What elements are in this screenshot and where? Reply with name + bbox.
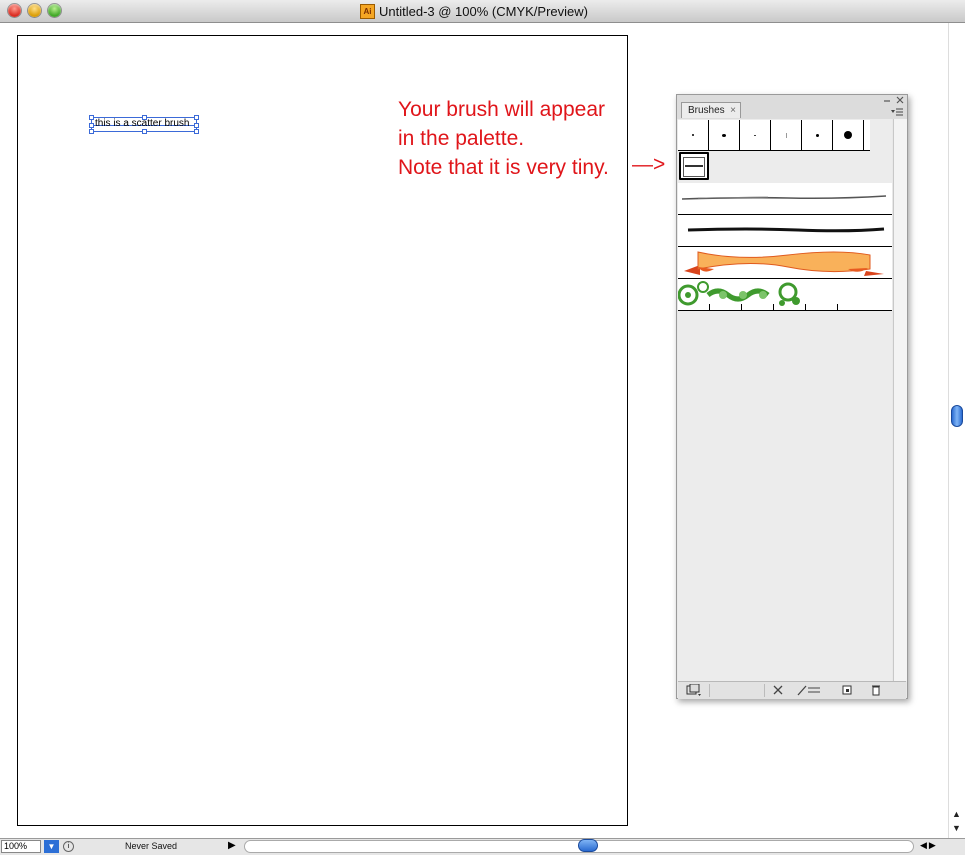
panel-menu-icon[interactable] (891, 108, 903, 119)
pattern-tile-divider (741, 304, 742, 310)
zoom-dropdown-button[interactable]: ▼ (44, 840, 59, 853)
tab-brushes[interactable]: Brushes × (681, 102, 741, 118)
close-window-button[interactable] (8, 4, 21, 17)
green-ornament-pattern-icon (678, 281, 800, 306)
minimize-window-button[interactable] (28, 4, 41, 17)
brush-swatch[interactable] (740, 120, 771, 150)
charcoal-thin-stroke-icon (681, 195, 887, 200)
zoom-window-button[interactable] (48, 4, 61, 17)
status-bar: 100% ▼ i Never Saved ▶ ◀▶ (0, 838, 965, 855)
illustrator-document-icon: Ai (360, 3, 375, 19)
brush-swatch[interactable] (771, 120, 802, 150)
close-tab-icon[interactable]: × (730, 103, 736, 118)
panel-header[interactable]: Brushes × (677, 95, 907, 119)
status-menu-arrow-icon[interactable]: ▶ (228, 840, 236, 851)
scroll-down-arrow-icon[interactable]: ▼ (952, 823, 961, 833)
window-title-bar: Ai Untitled-3 @ 100% (CMYK/Preview) (0, 0, 965, 23)
selection-handle[interactable] (194, 115, 199, 120)
delete-brush-icon[interactable] (870, 684, 882, 699)
selection-handle[interactable] (142, 115, 147, 120)
art-brush-charcoal-thin[interactable] (678, 183, 892, 215)
brushes-panel[interactable]: Brushes × (676, 94, 908, 699)
calligraphic-brushes-row (678, 120, 870, 151)
annotation-line: in the palette. (398, 127, 525, 150)
brush-swatch[interactable] (802, 120, 833, 150)
pattern-tile-divider (805, 304, 806, 310)
selection-handle[interactable] (89, 129, 94, 134)
close-panel-icon[interactable] (896, 96, 904, 106)
scroll-up-arrow-icon[interactable]: ▲ (952, 809, 961, 819)
ribbon-banner-icon (684, 251, 884, 276)
brush-list[interactable] (678, 119, 892, 681)
panel-scrollbar[interactable] (893, 119, 907, 681)
selection-handle[interactable] (142, 129, 147, 134)
collapse-panel-icon[interactable] (883, 96, 891, 106)
horizontal-scroll-thumb[interactable] (578, 839, 598, 852)
window-title-text: Untitled-3 @ 100% (CMYK/Preview) (379, 3, 588, 19)
vertical-scrollbar[interactable]: ▲ ▼ (948, 23, 965, 838)
annotation-line: Your brush will appear (398, 98, 606, 121)
remove-stroke-icon[interactable] (772, 684, 784, 699)
annotation-text: Your brush will appear in the palette. N… (398, 95, 609, 182)
zoom-level-field[interactable]: 100% (1, 840, 41, 853)
annotation-arrow: —> (632, 153, 666, 176)
selection-handle[interactable] (194, 129, 199, 134)
window-title: Ai Untitled-3 @ 100% (CMYK/Preview) (360, 3, 588, 19)
footer-divider (764, 684, 765, 697)
brush-options-icon[interactable] (796, 684, 822, 699)
new-brush-icon[interactable] (841, 684, 853, 699)
pattern-brush-ornament[interactable] (678, 279, 892, 311)
scatter-brush-preview (683, 157, 705, 177)
new-scatter-brush-swatch[interactable] (679, 152, 709, 180)
art-brush-ribbon[interactable] (678, 247, 892, 279)
horizontal-scroll-arrows-icon[interactable]: ◀▶ (920, 840, 938, 851)
annotation-line: Note that it is very tiny. (398, 156, 609, 179)
brush-swatch[interactable] (833, 120, 864, 150)
scatter-brush-mini-text (685, 165, 703, 167)
panel-footer (678, 681, 906, 699)
brush-libraries-icon[interactable] (686, 683, 702, 699)
pattern-tile-divider (837, 304, 838, 310)
brush-swatch[interactable] (678, 120, 709, 150)
brush-swatch[interactable] (709, 120, 740, 150)
tab-brushes-label: Brushes (688, 105, 725, 116)
document-status-text: Never Saved (125, 841, 178, 851)
scatter-brushes-row (678, 151, 892, 183)
vertical-scroll-thumb[interactable] (951, 405, 963, 427)
selection-handle[interactable] (89, 115, 94, 120)
selection-handle[interactable] (89, 123, 94, 128)
art-brush-charcoal-thick[interactable] (678, 215, 892, 247)
pattern-tile-divider (709, 304, 710, 310)
charcoal-thick-stroke-icon (687, 227, 885, 233)
selection-handle[interactable] (194, 123, 199, 128)
selected-text-object[interactable]: this is a scatter brush (89, 115, 199, 134)
status-info-icon[interactable]: i (63, 841, 74, 852)
pattern-tile-divider (773, 304, 774, 310)
footer-divider (709, 684, 710, 697)
